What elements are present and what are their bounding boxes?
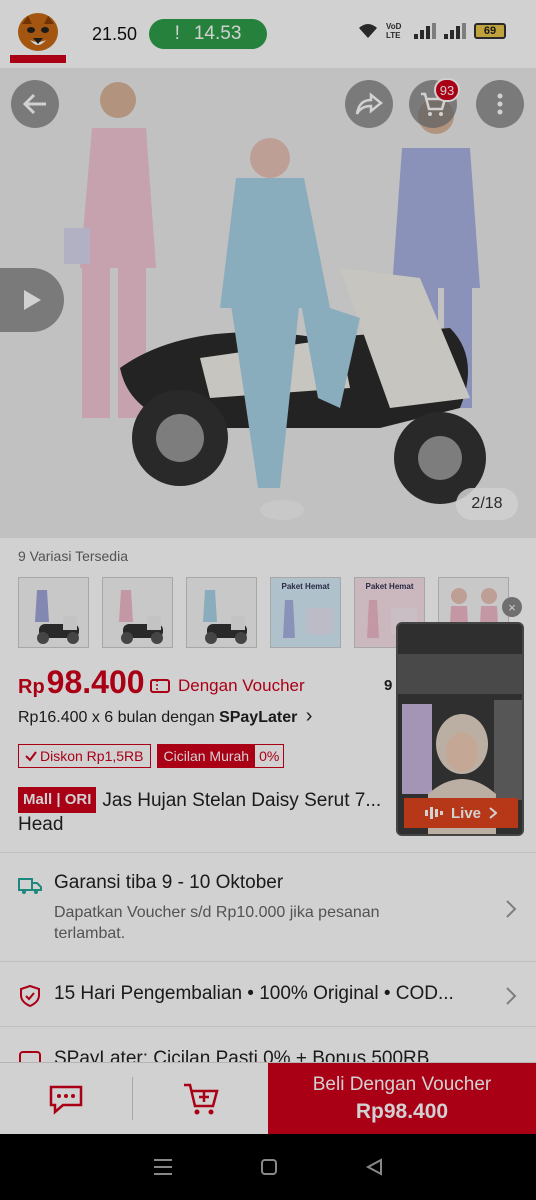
paylater-brand: SPayLater xyxy=(219,709,298,726)
add-to-cart-button[interactable] xyxy=(133,1063,268,1134)
live-stream-preview[interactable]: Live xyxy=(396,622,524,836)
chevron-right-icon: › xyxy=(305,705,313,727)
wifi-icon xyxy=(359,24,377,38)
promo-badges: Diskon Rp1,5RB Cicilan Murah 0% xyxy=(18,744,285,768)
live-label: Live xyxy=(450,804,481,822)
price-amount: 98.400 xyxy=(46,664,145,700)
truck-icon xyxy=(18,878,42,894)
signal-icon-2 xyxy=(444,23,466,39)
paylater-promo-row[interactable]: SPayLater: Cicilan Pasti 0% + Bonus 500R… xyxy=(18,1046,518,1062)
chat-icon xyxy=(49,1085,83,1115)
divider xyxy=(0,961,536,962)
variation-image xyxy=(103,578,172,647)
cart-count-badge: 93 xyxy=(434,78,460,102)
returns-guarantee-text: 15 Hari Pengembalian • 100% Original • C… xyxy=(54,983,454,1004)
paylater-icon xyxy=(19,1051,41,1062)
status-bar: 21.50 ! 14.53 VoD LTE 69 xyxy=(0,0,536,68)
installment-badge: Cicilan Murah 0% xyxy=(156,744,285,768)
installment-rate: 0% xyxy=(259,748,280,764)
clock: 21.50 xyxy=(92,24,138,44)
back-nav-icon[interactable] xyxy=(365,1158,383,1176)
product-title: Mall | ORI Jas Hujan Stelan Daisy Serut 7… xyxy=(18,787,408,837)
variation-image xyxy=(187,578,256,647)
battery-indicator: 69 xyxy=(474,23,506,39)
shipping-guarantee-title: Garansi tiba 9 - 10 Oktober xyxy=(54,872,284,893)
bottom-action-bar: Beli Dengan Voucher Rp98.400 xyxy=(0,1062,536,1134)
home-icon[interactable] xyxy=(260,1158,278,1176)
buy-button-label: Beli Dengan Voucher xyxy=(312,1073,492,1095)
product-photo xyxy=(0,68,536,538)
ongoing-call-pill[interactable]: ! 14.53 xyxy=(149,19,267,49)
shipping-guarantee-subtitle: Dapatkan Voucher s/d Rp10.000 jika pesan… xyxy=(54,904,380,942)
shield-icon xyxy=(20,985,40,1007)
buy-with-voucher-button[interactable]: Beli Dengan Voucher Rp98.400 xyxy=(268,1063,536,1134)
voucher-icon xyxy=(150,679,170,693)
variations-count: 9 Variasi Tersedia xyxy=(18,548,128,564)
variation-thumb[interactable] xyxy=(102,577,173,648)
price-currency: Rp xyxy=(18,676,45,698)
live-button[interactable]: Live xyxy=(404,798,518,828)
network-label: VoD LTE xyxy=(386,22,402,40)
more-vertical-icon xyxy=(497,93,503,115)
sold-count: 9 xyxy=(384,677,393,694)
variation-thumb[interactable]: Paket Hemat xyxy=(270,577,341,648)
divider xyxy=(0,852,536,853)
installment-label: Cicilan Murah xyxy=(157,745,256,767)
voucher-price-tag[interactable]: Dengan Voucher xyxy=(150,676,305,696)
returns-guarantee-row[interactable]: 15 Hari Pengembalian • 100% Original • C… xyxy=(18,983,518,1013)
paylater-info[interactable]: Rp16.400 x 6 bulan dengan SPayLater › xyxy=(18,705,312,728)
close-live-button[interactable]: × xyxy=(502,597,522,617)
chat-button[interactable] xyxy=(0,1077,133,1120)
paylater-installment: Rp16.400 x 6 bulan dengan xyxy=(18,709,220,726)
image-page-counter: 2/18 xyxy=(456,488,518,520)
product-page: 21.50 ! 14.53 VoD LTE 69 93 2/18 9 Varia… xyxy=(0,0,536,1200)
share-button[interactable] xyxy=(345,80,393,128)
call-alert-icon: ! xyxy=(174,23,180,44)
chevron-right-icon xyxy=(489,807,497,819)
product-price: Rp 98.400 xyxy=(18,664,145,701)
recents-icon[interactable] xyxy=(153,1158,173,1176)
system-icons: VoD LTE 69 xyxy=(358,22,506,40)
arrow-left-icon xyxy=(22,93,46,115)
paylater-promo-text: SPayLater: Cicilan Pasti 0% + Bonus 500R… xyxy=(54,1048,430,1062)
signal-icon xyxy=(414,23,436,39)
add-to-cart-icon xyxy=(183,1083,219,1114)
product-image-carousel[interactable] xyxy=(0,68,536,538)
variation-image xyxy=(19,578,88,647)
back-button[interactable] xyxy=(11,80,59,128)
divider xyxy=(0,1026,536,1027)
more-options-button[interactable] xyxy=(476,80,524,128)
voucher-label: Dengan Voucher xyxy=(178,676,305,695)
check-icon xyxy=(25,751,37,762)
variation-label: Paket Hemat xyxy=(365,582,414,591)
variation-thumb[interactable] xyxy=(18,577,89,648)
chevron-right-icon xyxy=(506,900,517,918)
buy-button-price: Rp98.400 xyxy=(355,1099,449,1123)
variation-label: Paket Hemat xyxy=(281,582,330,591)
system-nav-bar xyxy=(0,1134,536,1200)
variation-thumb[interactable] xyxy=(186,577,257,648)
mall-ori-tag: Mall | ORI xyxy=(18,787,97,813)
shipping-guarantee-row[interactable]: Garansi tiba 9 - 10 Oktober Dapatkan Vou… xyxy=(18,872,518,952)
discount-badge: Diskon Rp1,5RB xyxy=(18,744,151,768)
share-icon xyxy=(355,92,383,115)
play-video-button[interactable] xyxy=(0,268,64,332)
chevron-right-icon xyxy=(506,987,517,1005)
play-icon xyxy=(24,290,41,310)
call-timer: 14.53 xyxy=(193,23,242,44)
discount-label: Diskon Rp1,5RB xyxy=(40,748,144,764)
audio-wave-icon xyxy=(424,807,443,819)
tiger-head-logo xyxy=(10,13,66,63)
